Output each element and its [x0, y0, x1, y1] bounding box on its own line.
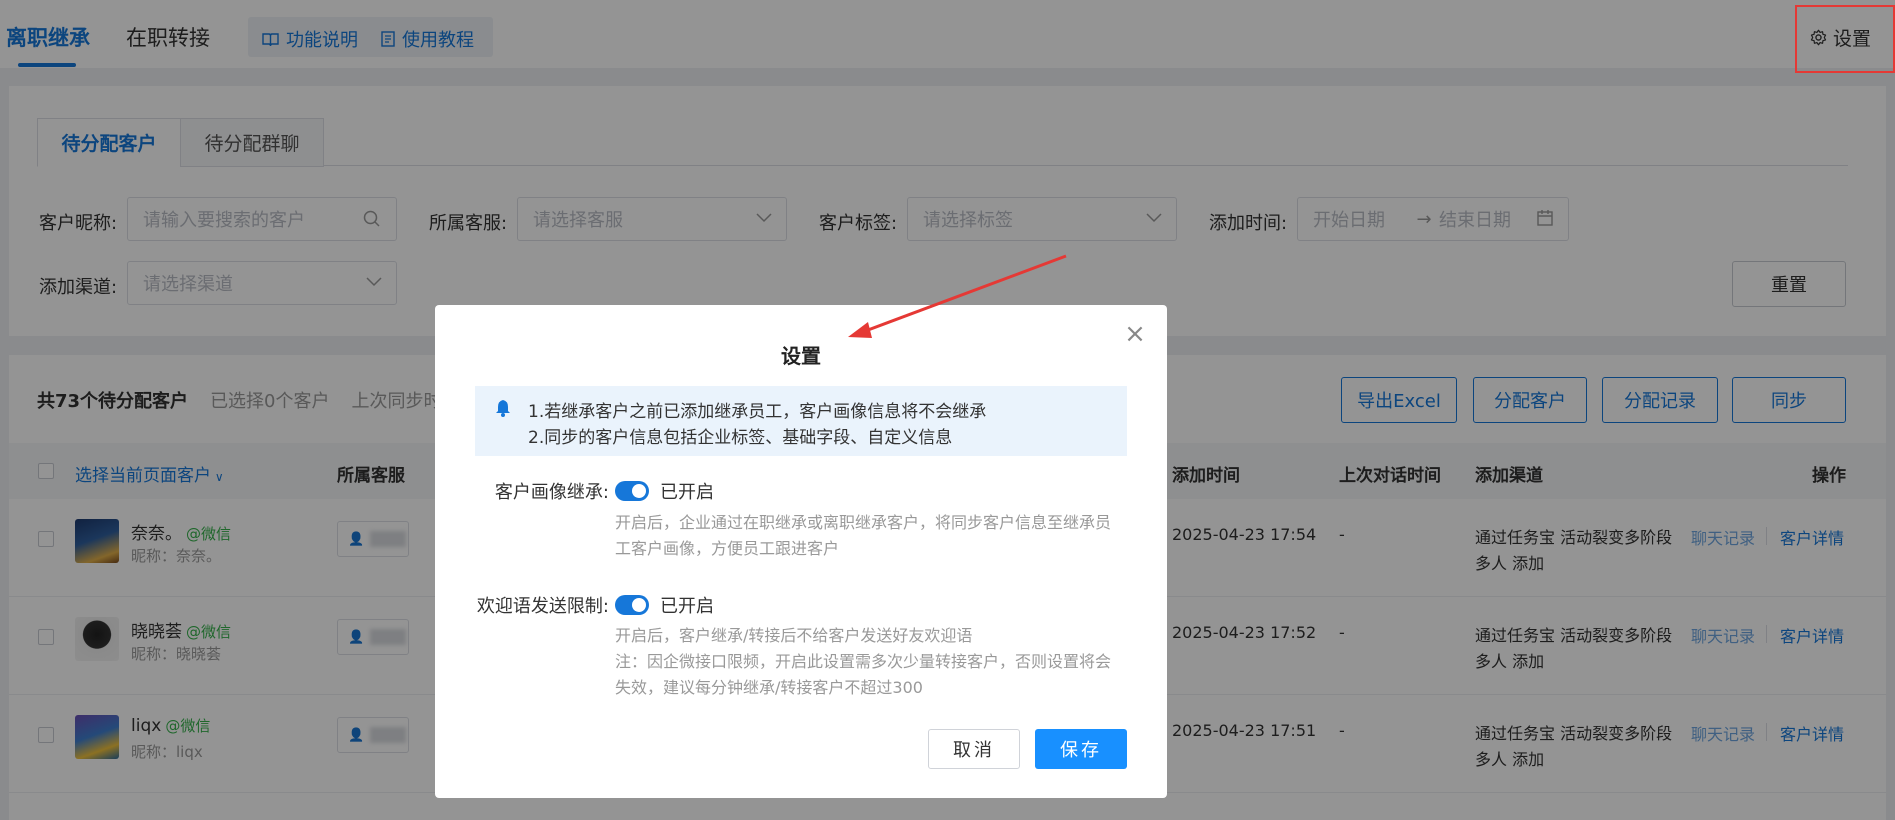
close-icon[interactable]: × [1123, 321, 1147, 347]
settings-modal: 设置 × 1.若继承客户之前已添加继承员工，客户画像信息将不会继承 2.同步的客… [435, 305, 1167, 798]
welcome-limit-desc-1: 开启后，客户继承/转接后不给客户发送好友欢迎语 [615, 626, 973, 645]
notice-line-2: 2.同步的客户信息包括企业标签、基础字段、自定义信息 [528, 428, 953, 448]
welcome-limit-state: 已开启 [660, 596, 714, 617]
profile-inherit-toggle[interactable] [615, 481, 649, 501]
save-button[interactable]: 保存 [1035, 729, 1127, 769]
profile-inherit-state: 已开启 [660, 482, 714, 503]
welcome-limit-desc-2: 注：因企微接口限频，开启此设置需多次少量转接客户，否则设置将会失效，建议每分钟继… [615, 652, 1112, 697]
notice-line-1: 1.若继承客户之前已添加继承员工，客户画像信息将不会继承 [528, 402, 987, 422]
welcome-limit-label: 欢迎语发送限制: [476, 596, 609, 617]
profile-inherit-label: 客户画像继承: [494, 482, 609, 503]
notice-box: 1.若继承客户之前已添加继承员工，客户画像信息将不会继承 2.同步的客户信息包括… [475, 386, 1127, 456]
profile-inherit-desc: 开启后，企业通过在职继承或离职继承客户，将同步客户信息至继承员工客户画像，方便员… [615, 513, 1112, 558]
modal-title: 设置 [781, 344, 821, 368]
bell-icon [496, 400, 510, 417]
welcome-limit-toggle[interactable] [615, 595, 649, 615]
cancel-button[interactable]: 取消 [928, 729, 1020, 769]
settings-highlight-box [1795, 5, 1895, 73]
